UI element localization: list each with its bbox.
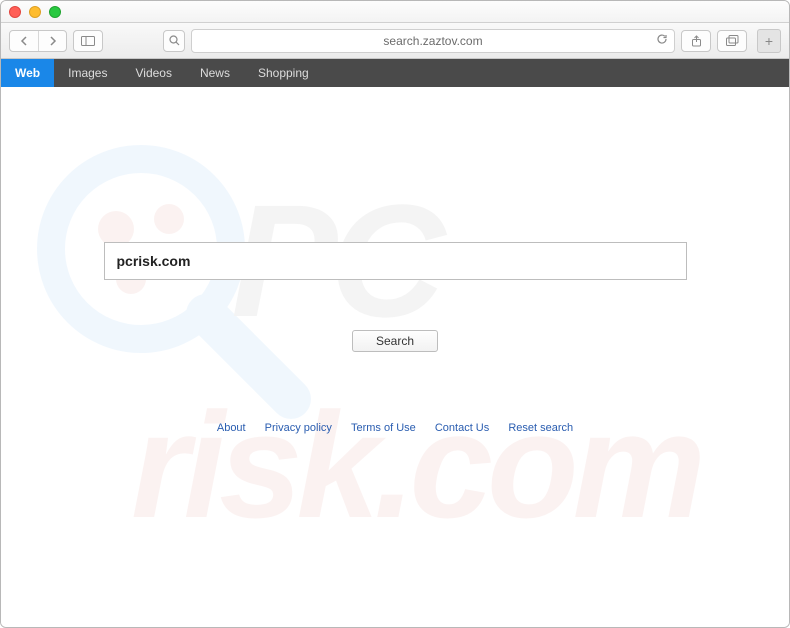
nav-label: News xyxy=(200,66,230,80)
search-button-row: Search xyxy=(104,330,687,352)
toolbar-right: + xyxy=(681,29,781,53)
browser-window: search.zaztov.com + Web Images Videos Ne… xyxy=(0,0,790,628)
footer-link-reset[interactable]: Reset search xyxy=(508,422,573,434)
chevron-left-icon xyxy=(20,36,28,46)
traffic-lights xyxy=(9,6,61,18)
footer-link-about[interactable]: About xyxy=(217,422,246,434)
sidebar-toggle-button[interactable] xyxy=(73,30,103,52)
window-titlebar xyxy=(1,1,789,23)
search-area: Search xyxy=(104,242,687,352)
minimize-window-button[interactable] xyxy=(29,6,41,18)
footer-link-terms[interactable]: Terms of Use xyxy=(351,422,416,434)
reload-icon xyxy=(656,33,668,45)
watermark-text-2: risk.com xyxy=(131,379,700,552)
close-window-button[interactable] xyxy=(9,6,21,18)
new-tab-button[interactable]: + xyxy=(757,29,781,53)
nav-label: Videos xyxy=(135,66,171,80)
footer-link-contact[interactable]: Contact Us xyxy=(435,422,489,434)
watermark: PC risk.com xyxy=(1,109,789,627)
tabs-button[interactable] xyxy=(717,30,747,52)
address-bar[interactable]: search.zaztov.com xyxy=(191,29,675,53)
nav-tab-web[interactable]: Web xyxy=(1,59,54,87)
smart-search-button[interactable] xyxy=(163,30,185,52)
share-button[interactable] xyxy=(681,30,711,52)
sidebar-icon xyxy=(81,36,95,46)
nav-back-forward-group xyxy=(9,30,67,52)
footer-link-privacy[interactable]: Privacy policy xyxy=(265,422,332,434)
nav-tab-news[interactable]: News xyxy=(186,59,244,87)
nav-tab-shopping[interactable]: Shopping xyxy=(244,59,323,87)
chevron-right-icon xyxy=(49,36,57,46)
search-input[interactable] xyxy=(104,242,687,280)
search-nav: Web Images Videos News Shopping xyxy=(1,59,789,87)
share-icon xyxy=(691,35,702,47)
nav-label: Web xyxy=(15,66,40,80)
search-button[interactable]: Search xyxy=(352,330,438,352)
search-icon xyxy=(169,35,180,46)
page-content: Web Images Videos News Shopping PC risk.… xyxy=(1,59,789,627)
back-button[interactable] xyxy=(10,31,38,51)
plus-icon: + xyxy=(765,33,773,49)
reload-button[interactable] xyxy=(656,33,668,48)
address-bar-wrap: search.zaztov.com xyxy=(191,29,675,53)
nav-label: Shopping xyxy=(258,66,309,80)
nav-tab-videos[interactable]: Videos xyxy=(121,59,185,87)
nav-label: Images xyxy=(68,66,107,80)
nav-tab-images[interactable]: Images xyxy=(54,59,121,87)
footer-links: About Privacy policy Terms of Use Contac… xyxy=(1,422,789,434)
browser-toolbar: search.zaztov.com + xyxy=(1,23,789,59)
tabs-icon xyxy=(726,35,739,46)
forward-button[interactable] xyxy=(38,31,66,51)
fullscreen-window-button[interactable] xyxy=(49,6,61,18)
address-bar-text: search.zaztov.com xyxy=(383,34,482,48)
